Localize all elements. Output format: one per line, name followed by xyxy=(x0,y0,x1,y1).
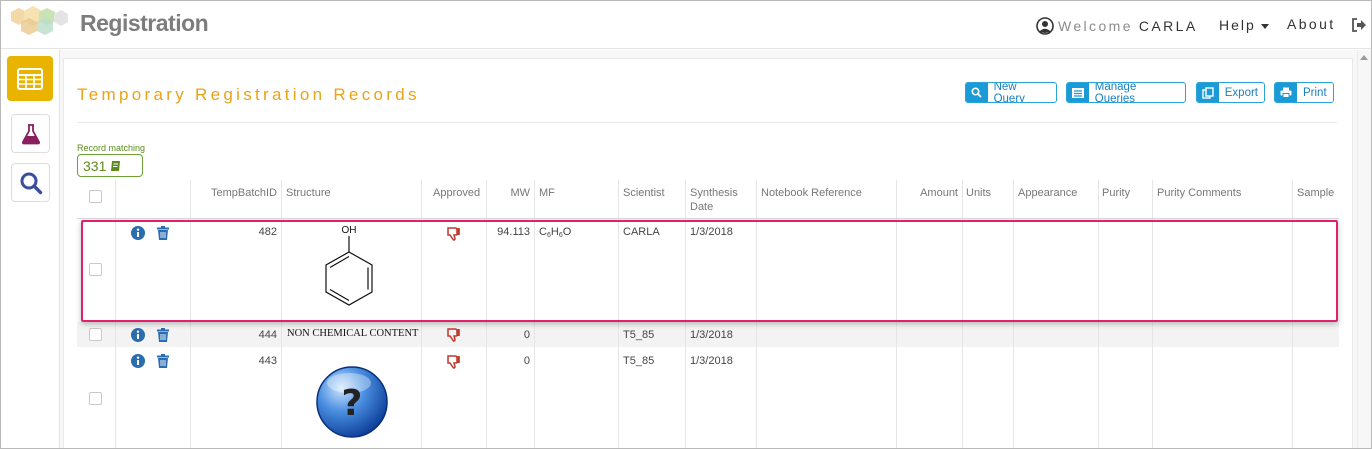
col-header-purity[interactable]: Purity xyxy=(1102,186,1130,200)
caret-down-icon xyxy=(1260,23,1269,29)
title-divider xyxy=(77,122,1337,123)
col-header-mf[interactable]: MF xyxy=(539,186,555,200)
list-icon xyxy=(1071,87,1084,98)
trash-icon[interactable] xyxy=(157,328,169,342)
search-icon xyxy=(971,87,982,98)
row-checkbox[interactable] xyxy=(89,263,102,276)
thumbs-down-icon xyxy=(447,227,460,241)
cell-scientist: T5_85 xyxy=(623,355,655,367)
sidebar xyxy=(1,50,60,448)
cell-scientist: CARLA xyxy=(623,226,660,238)
user-info[interactable]: Welcome CARLA xyxy=(1036,16,1198,36)
scrollbar[interactable] xyxy=(1357,50,1371,448)
print-button[interactable]: Print xyxy=(1274,82,1334,103)
help-label: Help xyxy=(1219,17,1256,33)
col-header-mw[interactable]: MW xyxy=(487,186,530,200)
row-checkbox[interactable] xyxy=(89,392,102,405)
welcome-text: Welcome xyxy=(1058,18,1133,34)
help-menu[interactable]: Help xyxy=(1219,17,1269,33)
structure-label-oh: OH xyxy=(342,225,357,236)
scroll-up-arrow-icon[interactable] xyxy=(1360,55,1368,60)
mf-oxygen: O xyxy=(562,226,572,238)
flask-icon xyxy=(21,123,40,144)
cell-mw: 0 xyxy=(523,329,530,341)
col-header-notebook-reference[interactable]: Notebook Reference xyxy=(761,186,862,200)
about-link[interactable]: About xyxy=(1287,16,1336,32)
col-header-amount[interactable]: Amount xyxy=(897,186,958,200)
page-title: Temporary Registration Records xyxy=(77,85,420,104)
logo-icon xyxy=(11,6,68,35)
cell-synthesis-date: 1/3/2018 xyxy=(690,226,733,238)
export-label: Export xyxy=(1224,86,1258,99)
mf-hydrogen: H xyxy=(550,226,559,238)
trash-icon[interactable] xyxy=(157,226,169,240)
header-divider xyxy=(77,218,1339,219)
record-count: 331 xyxy=(83,157,107,174)
cell-tempbatchid: 482 xyxy=(258,226,277,238)
select-all-checkbox[interactable] xyxy=(89,190,102,203)
grid-icon xyxy=(17,67,43,90)
copy-icon xyxy=(1202,86,1214,99)
structure-glyph: ? xyxy=(342,383,363,424)
info-icon[interactable] xyxy=(131,226,145,240)
info-icon[interactable] xyxy=(131,328,145,342)
col-header-structure[interactable]: Structure xyxy=(286,186,331,200)
structure-phenol: OH xyxy=(325,225,373,306)
cell-synthesis-date: 1/3/2018 xyxy=(690,329,733,341)
col-header-tempbatchid[interactable]: TempBatchID xyxy=(191,186,277,200)
export-button[interactable]: Export xyxy=(1196,82,1265,103)
col-header-sample[interactable]: Sample xyxy=(1297,186,1334,200)
col-header-approved[interactable]: Approved xyxy=(433,186,480,200)
row-checkbox[interactable] xyxy=(89,328,102,341)
synthesis-line-1: Synthesis xyxy=(690,187,738,199)
record-matching-label: Record matching xyxy=(77,143,146,153)
cell-scientist: T5_85 xyxy=(623,329,655,341)
sidebar-item-search[interactable] xyxy=(11,163,50,202)
table-row[interactable]: 443 ? 0 T5_85 1/3/2018 xyxy=(77,347,1339,448)
new-query-label: New Query xyxy=(993,82,1025,103)
manage-queries-label: Manage Queries xyxy=(1094,82,1137,103)
table-row[interactable]: 444 NON CHEMICAL CONTENT 0 T5_85 1/3/201… xyxy=(77,322,1339,347)
cell-tempbatchid: 444 xyxy=(258,329,277,341)
synthesis-line-2: Date xyxy=(690,201,714,213)
col-header-units[interactable]: Units xyxy=(966,186,991,200)
app-window: Registration Welcome CARLA Help About Te… xyxy=(0,0,1372,449)
search-icon xyxy=(20,172,42,194)
thumbs-down-icon xyxy=(447,328,460,342)
mf-carbon: C xyxy=(539,226,547,238)
sidebar-item-records[interactable] xyxy=(7,56,53,101)
top-bar: Registration Welcome CARLA Help About xyxy=(1,1,1371,49)
col-header-synthesis-date[interactable]: Synthesis Date xyxy=(690,186,738,214)
records-table: TempBatchID Structure Approved MW MF Sci… xyxy=(77,180,1339,448)
col-header-purity-comments[interactable]: Purity Comments xyxy=(1157,186,1241,200)
cell-tempbatchid: 443 xyxy=(258,355,277,367)
cell-mw: 94.113 xyxy=(497,226,530,238)
col-header-scientist[interactable]: Scientist xyxy=(623,186,665,200)
cell-mf: C6H6O xyxy=(539,226,571,239)
new-query-button[interactable]: New Query xyxy=(965,82,1057,103)
table-row[interactable]: 482 OH 94.113 C6H6O CARLA 1/3/2018 xyxy=(77,220,1339,322)
user-name: CARLA xyxy=(1138,18,1198,34)
info-icon[interactable] xyxy=(131,354,145,368)
app-title: Registration xyxy=(80,10,209,36)
manage-queries-button[interactable]: Manage Queries xyxy=(1066,82,1186,103)
cell-mw: 0 xyxy=(523,355,530,367)
sidebar-item-register[interactable] xyxy=(11,114,50,153)
logout-icon[interactable] xyxy=(1351,17,1367,33)
print-label: Print xyxy=(1303,86,1327,99)
col-header-appearance[interactable]: Appearance xyxy=(1018,186,1077,200)
thumbs-down-icon xyxy=(447,355,460,369)
trash-icon[interactable] xyxy=(157,354,169,368)
user-avatar-icon xyxy=(1036,17,1054,35)
cell-structure-text: NON CHEMICAL CONTENT xyxy=(287,328,419,339)
printer-icon xyxy=(1280,87,1292,98)
record-count-badge[interactable]: 331 xyxy=(77,154,143,177)
book-icon xyxy=(111,160,121,171)
cell-synthesis-date: 1/3/2018 xyxy=(690,355,733,367)
question-mark-icon: ? xyxy=(316,366,388,438)
